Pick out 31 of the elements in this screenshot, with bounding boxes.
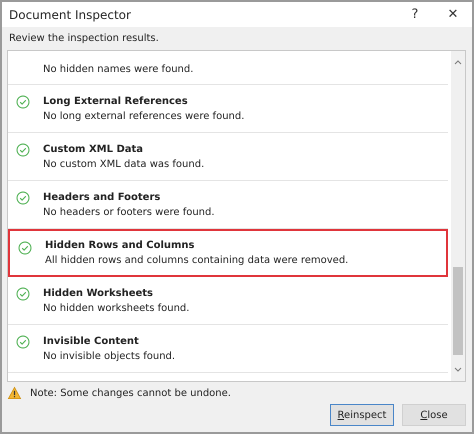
result-description: No long external references were found.: [43, 110, 244, 122]
result-title: Invisible Content: [43, 336, 140, 346]
result-title: Headers and Footers: [43, 192, 162, 202]
scrollbar[interactable]: [451, 51, 465, 381]
instruction-text: Review the inspection results.: [8, 32, 160, 46]
result-description: No invisible objects found.: [43, 350, 176, 362]
check-circle-icon: [16, 191, 30, 205]
scroll-up-icon[interactable]: [454, 59, 462, 65]
check-circle-icon: [18, 241, 32, 255]
check-circle-icon: [16, 335, 30, 349]
result-description: No headers or footers were found.: [43, 206, 215, 218]
result-title: Hidden Rows and Columns: [45, 240, 196, 251]
dialog-button[interactable]: Reinspect: [330, 404, 394, 426]
result-title: Custom XML Data: [43, 144, 144, 154]
result-description: All hidden rows and columns containing data were removed.: [45, 255, 348, 266]
check-circle-icon: [16, 95, 30, 109]
check-circle-icon: [16, 143, 30, 157]
help-button[interactable]: ?: [396, 2, 434, 27]
scrollbar-thumb[interactable]: [453, 267, 463, 355]
scroll-down-icon[interactable]: [454, 367, 462, 373]
note-text: Note: Some changes cannot be undone.: [30, 388, 231, 398]
result-description: No hidden worksheets found.: [43, 302, 190, 314]
close-button[interactable]: ✕: [434, 2, 472, 27]
result-description: No hidden names were found.: [43, 64, 194, 75]
result-description: No custom XML data was found.: [43, 158, 204, 170]
check-circle-icon: [16, 287, 30, 301]
result-title: Long External References: [43, 96, 189, 106]
window-title: Document Inspector: [9, 8, 132, 22]
warning-icon: [7, 386, 22, 400]
result-title: Hidden Worksheets: [43, 288, 154, 298]
dialog-button[interactable]: Close: [402, 404, 466, 426]
